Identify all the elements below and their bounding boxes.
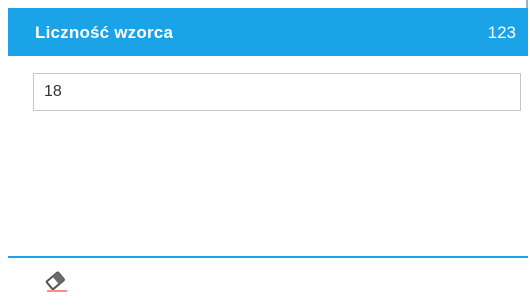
- dialog-frame: Liczność wzorca 123 18: [0, 0, 528, 305]
- dialog-title: Liczność wzorca: [35, 23, 174, 42]
- clear-button[interactable]: [41, 267, 73, 297]
- dialog-content: 18: [8, 56, 528, 256]
- sample-count-input[interactable]: 18: [33, 73, 521, 111]
- bottom-toolbar: [8, 258, 528, 305]
- title-bar: Liczność wzorca 123: [8, 8, 528, 56]
- input-mode-indicator: 123: [487, 23, 516, 42]
- eraser-icon: [45, 271, 67, 292]
